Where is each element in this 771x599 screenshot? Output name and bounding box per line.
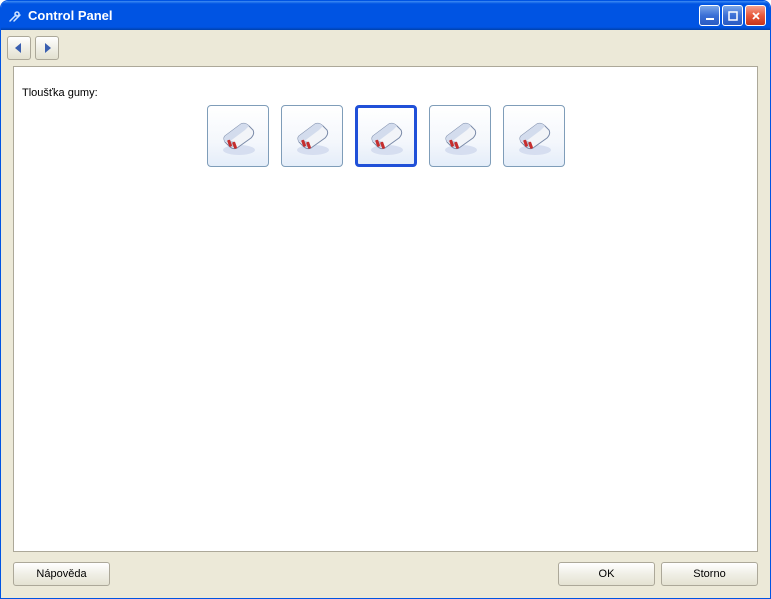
eraser-icon: [215, 112, 261, 161]
thickness-label: Tloušťka gumy:: [22, 87, 98, 99]
eraser-option-2[interactable]: [281, 105, 343, 167]
eraser-icon: [437, 112, 483, 161]
eraser-icon: [511, 112, 557, 161]
help-button[interactable]: Nápověda: [13, 562, 110, 586]
eraser-thickness-options: [22, 105, 749, 167]
minimize-button[interactable]: [699, 5, 720, 26]
eraser-icon: [363, 112, 409, 161]
eraser-option-4[interactable]: [429, 105, 491, 167]
cancel-button[interactable]: Storno: [661, 562, 758, 586]
eraser-option-5[interactable]: [503, 105, 565, 167]
navbar: [1, 30, 770, 66]
content-panel: Tloušťka gumy:: [13, 66, 758, 552]
window: Control Panel Tloušťka gumy: Nápověda OK…: [0, 0, 771, 599]
window-title: Control Panel: [28, 8, 699, 23]
eraser-option-1[interactable]: [207, 105, 269, 167]
window-buttons: [699, 5, 766, 26]
footer: Nápověda OK Storno: [1, 558, 770, 598]
close-button[interactable]: [745, 5, 766, 26]
titlebar[interactable]: Control Panel: [1, 1, 770, 30]
maximize-button[interactable]: [722, 5, 743, 26]
ok-button[interactable]: OK: [558, 562, 655, 586]
eraser-icon: [289, 112, 335, 161]
app-icon: [7, 8, 23, 24]
forward-button[interactable]: [35, 36, 59, 60]
eraser-option-3[interactable]: [355, 105, 417, 167]
window-body: Tloušťka gumy: Nápověda OK Storno: [1, 30, 770, 598]
back-button[interactable]: [7, 36, 31, 60]
